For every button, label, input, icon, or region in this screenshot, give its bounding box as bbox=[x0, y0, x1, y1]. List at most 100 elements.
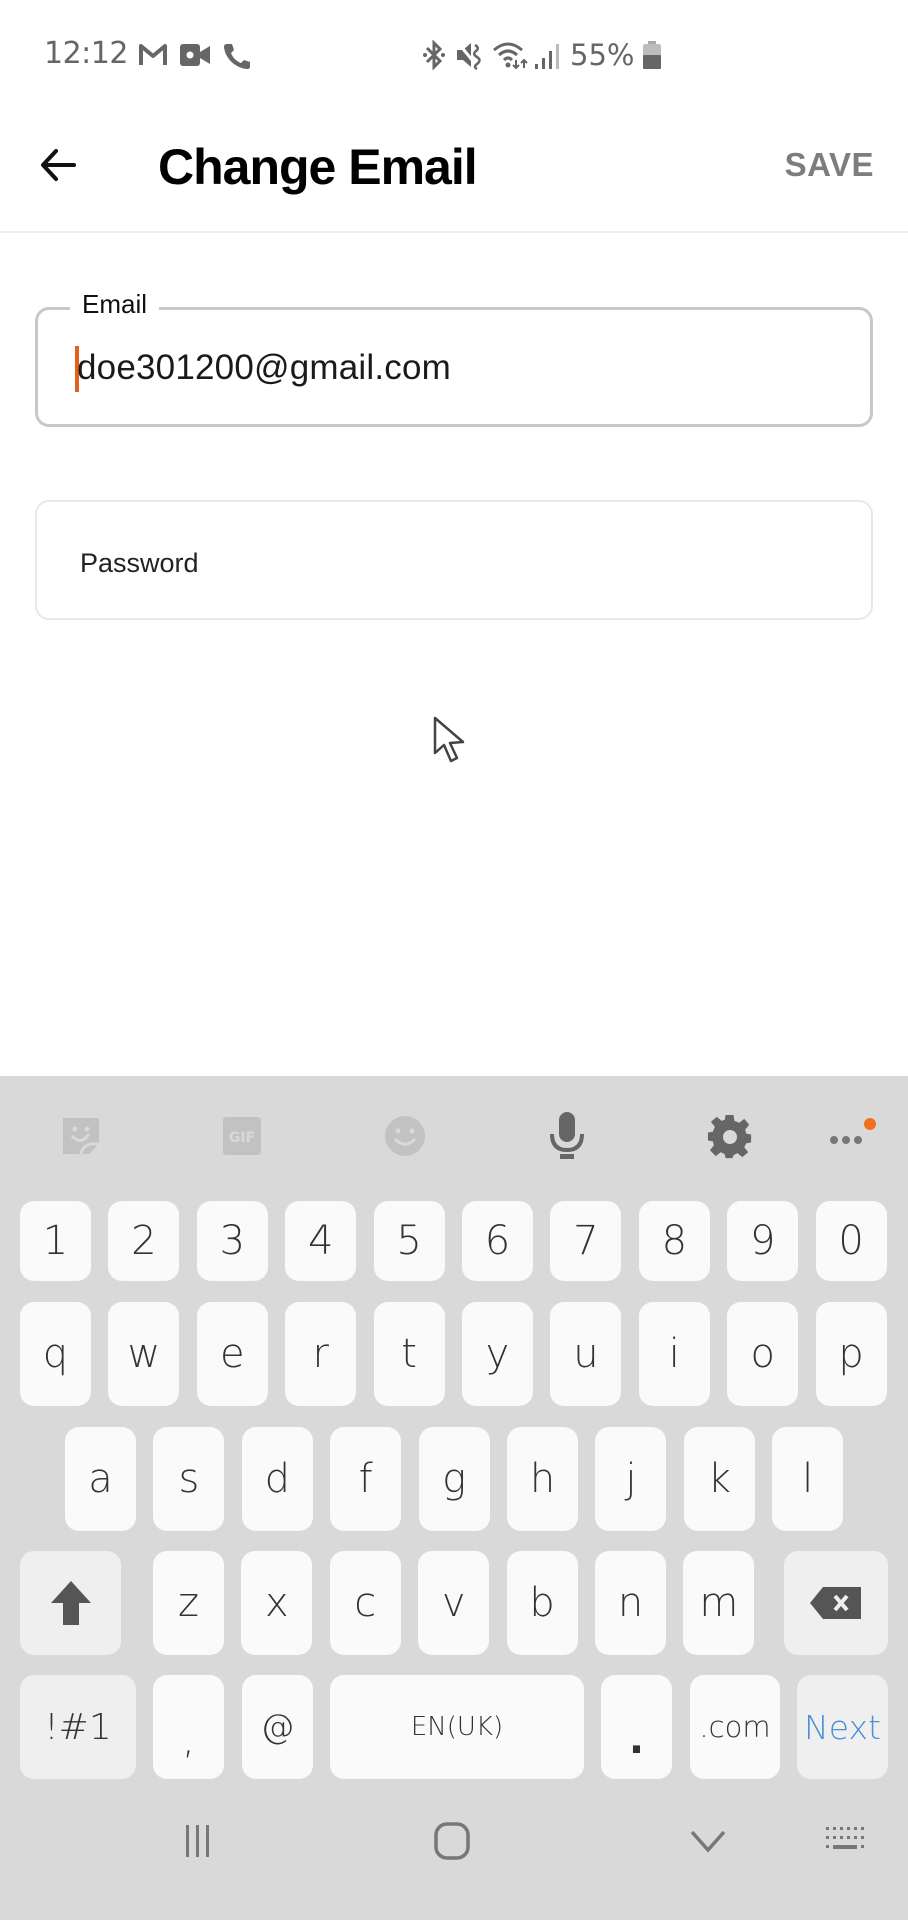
key-f-label: f bbox=[358, 1456, 373, 1502]
key-u[interactable]: u bbox=[550, 1302, 622, 1406]
page-title: Change Email bbox=[158, 139, 478, 195]
key-0[interactable]: 0 bbox=[815, 1201, 887, 1281]
key-i-label: i bbox=[668, 1331, 680, 1377]
period-key[interactable]: . bbox=[601, 1675, 672, 1779]
key-j[interactable]: j bbox=[595, 1427, 667, 1531]
key-d[interactable]: d bbox=[241, 1427, 313, 1531]
password-field[interactable]: Password bbox=[35, 500, 873, 620]
video-call-icon bbox=[180, 44, 210, 66]
wifi-icon bbox=[493, 42, 528, 70]
email-field[interactable]: Email doe301200@gmail.com bbox=[35, 289, 873, 427]
key-h[interactable]: h bbox=[507, 1427, 578, 1531]
key-m[interactable]: m bbox=[683, 1551, 755, 1655]
bluetooth-icon bbox=[423, 40, 445, 70]
hide-keyboard-button[interactable] bbox=[680, 1813, 736, 1869]
key-b[interactable]: b bbox=[506, 1551, 578, 1655]
key-8[interactable]: 8 bbox=[638, 1201, 710, 1281]
key-o[interactable]: o bbox=[727, 1302, 799, 1406]
key-z[interactable]: z bbox=[153, 1551, 224, 1655]
key-2-label: 2 bbox=[131, 1218, 157, 1264]
key-i[interactable]: i bbox=[638, 1302, 710, 1406]
next-key[interactable]: Next bbox=[797, 1675, 888, 1779]
email-input[interactable]: doe301200@gmail.com bbox=[77, 348, 451, 388]
key-m-label: m bbox=[699, 1580, 739, 1626]
battery-icon bbox=[643, 41, 661, 69]
key-s[interactable]: s bbox=[153, 1427, 225, 1531]
key-q[interactable]: q bbox=[20, 1302, 91, 1406]
back-button[interactable] bbox=[36, 140, 86, 190]
key-3[interactable]: 3 bbox=[196, 1201, 268, 1281]
key-4[interactable]: 4 bbox=[285, 1201, 357, 1281]
key-5[interactable]: 5 bbox=[373, 1201, 445, 1281]
gif-button[interactable]: GIF bbox=[212, 1106, 272, 1166]
voice-input-button[interactable] bbox=[537, 1106, 597, 1166]
key-t-label: t bbox=[401, 1331, 417, 1377]
home-icon bbox=[434, 1822, 470, 1860]
next-key-label: Next bbox=[804, 1707, 881, 1747]
comma-key[interactable]: , bbox=[153, 1675, 224, 1779]
keyboard-settings-button[interactable] bbox=[700, 1106, 760, 1166]
key-c[interactable]: c bbox=[329, 1551, 401, 1655]
status-time: 12:12 bbox=[44, 36, 128, 71]
key-g[interactable]: g bbox=[418, 1427, 490, 1531]
key-5-label: 5 bbox=[396, 1218, 422, 1264]
key-6[interactable]: 6 bbox=[462, 1201, 533, 1281]
save-button[interactable]: SAVE bbox=[785, 146, 874, 184]
settings-gear-icon bbox=[707, 1114, 752, 1159]
sticker-button[interactable] bbox=[51, 1106, 111, 1166]
key-e[interactable]: e bbox=[196, 1302, 268, 1406]
key-f[interactable]: f bbox=[330, 1427, 402, 1531]
space-key[interactable]: EN(UK) bbox=[330, 1675, 584, 1779]
app-bar: Change Email SAVE bbox=[0, 110, 908, 233]
mute-vibrate-icon bbox=[457, 43, 481, 70]
symbols-key[interactable]: !#1 bbox=[20, 1675, 136, 1779]
key-n[interactable]: n bbox=[595, 1551, 666, 1655]
key-a[interactable]: a bbox=[65, 1427, 136, 1531]
key-p-label: p bbox=[838, 1331, 864, 1377]
key-g-label: g bbox=[442, 1456, 467, 1502]
dotcom-key[interactable]: .com bbox=[690, 1675, 780, 1779]
key-3-label: 3 bbox=[219, 1218, 246, 1264]
password-input[interactable]: Password bbox=[80, 548, 199, 579]
key-w-label: w bbox=[127, 1331, 161, 1377]
navigation-bar bbox=[0, 1775, 908, 1920]
comma-key-label: , bbox=[182, 1717, 195, 1763]
key-l-label: l bbox=[802, 1456, 814, 1502]
microphone-icon bbox=[550, 1112, 584, 1159]
key-p[interactable]: p bbox=[815, 1302, 887, 1406]
key-k[interactable]: k bbox=[683, 1427, 755, 1531]
keyboard-switch-button[interactable] bbox=[818, 1813, 874, 1869]
arrow-left-icon bbox=[41, 149, 76, 181]
key-9[interactable]: 9 bbox=[727, 1201, 799, 1281]
key-l[interactable]: l bbox=[772, 1427, 844, 1531]
key-x-label: x bbox=[265, 1580, 289, 1626]
recents-button[interactable] bbox=[170, 1813, 226, 1869]
mouse-pointer-icon bbox=[433, 716, 465, 763]
key-y-label: y bbox=[485, 1331, 510, 1377]
key-j-label: j bbox=[625, 1456, 637, 1502]
key-c-label: c bbox=[354, 1580, 377, 1626]
backspace-key[interactable] bbox=[784, 1551, 888, 1655]
shift-key[interactable] bbox=[20, 1551, 121, 1655]
key-1[interactable]: 1 bbox=[20, 1201, 91, 1281]
key-9-label: 9 bbox=[749, 1218, 776, 1264]
gmail-icon bbox=[139, 44, 167, 65]
emoji-button[interactable] bbox=[375, 1106, 435, 1166]
at-key[interactable]: @ bbox=[242, 1675, 313, 1779]
key-y[interactable]: y bbox=[462, 1302, 533, 1406]
key-r[interactable]: r bbox=[285, 1302, 357, 1406]
key-t[interactable]: t bbox=[373, 1302, 445, 1406]
key-1-label: 1 bbox=[42, 1218, 69, 1264]
period-key-label: . bbox=[628, 1717, 645, 1763]
key-7[interactable]: 7 bbox=[550, 1201, 622, 1281]
key-a-label: a bbox=[88, 1456, 113, 1502]
key-x[interactable]: x bbox=[241, 1551, 313, 1655]
key-w[interactable]: w bbox=[108, 1302, 180, 1406]
key-o-label: o bbox=[750, 1331, 775, 1377]
emoji-icon bbox=[385, 1116, 425, 1156]
key-u-label: u bbox=[573, 1331, 599, 1377]
key-v[interactable]: v bbox=[418, 1551, 490, 1655]
home-button[interactable] bbox=[424, 1813, 480, 1869]
key-2[interactable]: 2 bbox=[108, 1201, 180, 1281]
more-options-button[interactable] bbox=[818, 1106, 878, 1166]
